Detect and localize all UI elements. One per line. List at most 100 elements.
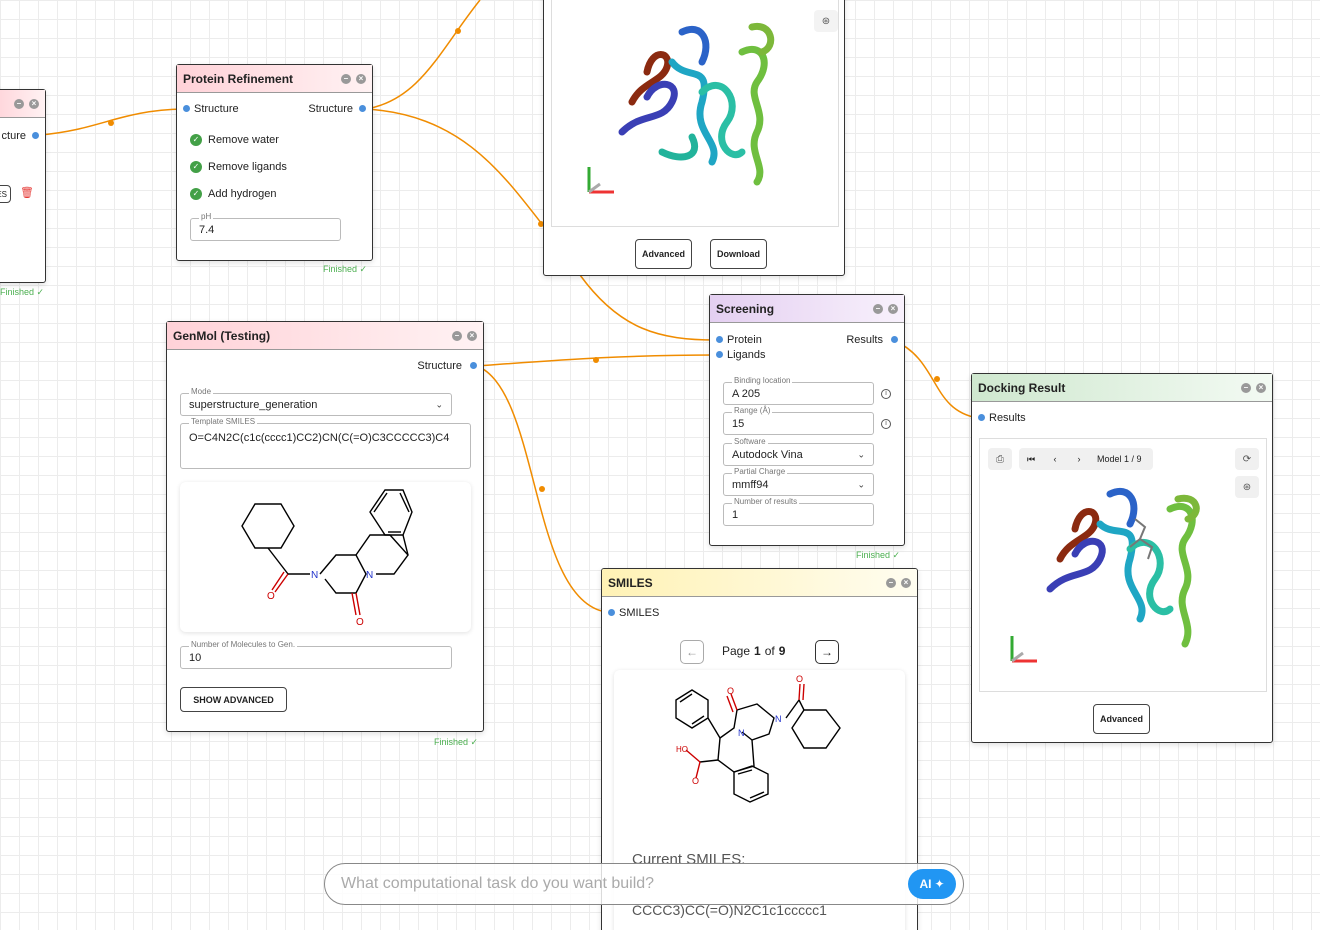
- partial-charge-value: mmff94: [732, 478, 769, 491]
- partial-charge-select[interactable]: Partial Charge mmff94 ⌄: [723, 467, 874, 496]
- docking-result-node[interactable]: Docking Result – × Results ⎙ ⏮ ‹ › Model …: [971, 373, 1273, 743]
- check-item[interactable]: ✓ Remove water: [190, 126, 360, 153]
- input-port-group: Structure: [183, 103, 239, 115]
- output-port[interactable]: [359, 105, 366, 112]
- mode-select[interactable]: Mode superstructure_generation ⌄: [180, 387, 452, 416]
- svg-text:N: N: [775, 714, 782, 724]
- prev-page-button[interactable]: ←: [680, 640, 704, 664]
- svg-text:N: N: [311, 570, 318, 581]
- ai-submit-button[interactable]: AI ✦: [908, 869, 956, 899]
- protein-3d-viewer[interactable]: ⊛: [551, 0, 839, 227]
- partial-node[interactable]: –× cture ES 🗑: [0, 89, 46, 283]
- viewer-download-button[interactable]: Download: [710, 239, 767, 269]
- range-field[interactable]: Range (Å) 15: [723, 406, 874, 435]
- edge-midpoint: [934, 376, 940, 382]
- close-icon[interactable]: ×: [1256, 382, 1266, 393]
- partial-status: Finished ✓: [0, 287, 45, 297]
- structure-viewer-node[interactable]: ⊛ Advanced Download: [543, 0, 845, 276]
- num-results-field[interactable]: Number of results 1: [723, 497, 874, 526]
- smiles-header[interactable]: SMILES – ×: [602, 569, 917, 597]
- output-port[interactable]: [32, 132, 39, 139]
- protein-refinement-node[interactable]: Protein Refinement – × Structure Structur…: [176, 64, 373, 261]
- check-item[interactable]: ✓ Remove ligands: [190, 153, 360, 180]
- screening-node[interactable]: Screening – × Protein Results Ligands Bin…: [709, 294, 905, 546]
- svg-text:O: O: [356, 617, 364, 628]
- minimize-icon[interactable]: –: [452, 330, 462, 341]
- minimize-icon[interactable]: –: [1241, 382, 1251, 393]
- docking-advanced-button[interactable]: Advanced: [1093, 704, 1150, 734]
- close-icon[interactable]: ×: [888, 303, 898, 314]
- docked-complex-image: [1010, 487, 1200, 663]
- minimize-icon[interactable]: –: [873, 303, 883, 314]
- minimize-icon[interactable]: –: [14, 98, 24, 109]
- page-of: of: [764, 644, 775, 658]
- minimize-icon[interactable]: –: [886, 577, 896, 588]
- svg-text:N: N: [366, 570, 373, 581]
- edge-genmol-to-screening: [476, 354, 717, 367]
- output-port-label: Structure: [308, 102, 353, 115]
- input-port[interactable]: [716, 351, 723, 358]
- ai-button-label: AI: [919, 877, 932, 891]
- minimize-icon[interactable]: –: [341, 73, 351, 84]
- node-title: Protein Refinement: [183, 71, 294, 86]
- genmol-node[interactable]: GenMol (Testing) – × Structure Mode super…: [166, 321, 484, 732]
- field-label: Software: [732, 437, 768, 447]
- num-results-value: 1: [732, 508, 739, 521]
- edge-midpoint: [108, 120, 114, 126]
- partial-badge-text: ES: [0, 189, 7, 199]
- button-label: Advanced: [641, 249, 685, 259]
- close-icon[interactable]: ×: [467, 330, 477, 341]
- ai-prompt-input[interactable]: [341, 875, 901, 893]
- close-icon[interactable]: ×: [29, 98, 39, 109]
- close-icon[interactable]: ×: [901, 577, 911, 588]
- input-port-group: Protein: [716, 334, 762, 346]
- output-port[interactable]: [891, 336, 898, 343]
- arrow-right-icon: →: [821, 645, 833, 659]
- input-port[interactable]: [716, 336, 723, 343]
- port-row: Ligands: [710, 347, 904, 362]
- field-label: Template SMILES: [189, 417, 258, 427]
- template-smiles-field[interactable]: Template SMILES O=C4N2C(c1c(cccc1)CC2)CN…: [180, 417, 471, 469]
- docking-result-header[interactable]: Docking Result – ×: [972, 374, 1272, 402]
- ph-value: 7.4: [199, 223, 215, 236]
- docking-3d-viewer[interactable]: ⎙ ⏮ ‹ › Model 1 / 9 ⟳ ⊛: [979, 438, 1267, 692]
- port-row: Results: [972, 410, 1272, 425]
- page-total: 9: [778, 644, 786, 658]
- output-port[interactable]: [470, 362, 477, 369]
- trash-icon[interactable]: 🗑: [20, 186, 34, 199]
- num-molecules-field[interactable]: Number of Molecules to Gen. 10: [180, 640, 452, 669]
- check-item[interactable]: ✓ Add hydrogen: [190, 180, 360, 207]
- info-icon[interactable]: i: [881, 419, 891, 429]
- partial-node-header[interactable]: – ×: [0, 90, 45, 118]
- partial-badge[interactable]: ES: [0, 185, 11, 203]
- input-port[interactable]: [608, 609, 615, 616]
- output-port-group: Results: [846, 334, 898, 346]
- show-advanced-button[interactable]: SHOW ADVANCED: [180, 687, 287, 712]
- svg-text:O: O: [727, 686, 734, 696]
- software-select[interactable]: Software Autodock Vina ⌄: [723, 437, 874, 466]
- genmol-header[interactable]: GenMol (Testing) – ×: [167, 322, 483, 350]
- output-port-label: Structure: [417, 359, 462, 372]
- ph-field[interactable]: pH 7.4: [190, 212, 341, 241]
- button-label: Advanced: [1099, 714, 1143, 724]
- mode-value: superstructure_generation: [189, 398, 318, 411]
- field-label: Range (Å): [732, 406, 773, 416]
- input-port[interactable]: [978, 414, 985, 421]
- molecule-structure-image: N N O O HO O: [675, 674, 841, 803]
- input-port-group: Ligands: [716, 349, 766, 361]
- edge-refinement-to-viewer-top: [365, 0, 481, 110]
- viewer-advanced-button[interactable]: Advanced: [635, 239, 692, 269]
- binding-location-value: A 205: [732, 387, 761, 400]
- protein-refinement-header[interactable]: Protein Refinement – ×: [177, 65, 372, 93]
- edge-partial-to-refinement: [39, 108, 185, 136]
- check-icon: ✓: [190, 160, 202, 173]
- input-port[interactable]: [183, 105, 190, 112]
- next-page-button[interactable]: →: [815, 640, 839, 664]
- svg-text:O: O: [796, 674, 803, 684]
- edge-screening-to-docking: [892, 339, 979, 419]
- info-icon[interactable]: i: [881, 389, 891, 399]
- binding-location-field[interactable]: Binding location A 205: [723, 376, 874, 405]
- close-icon[interactable]: ×: [356, 73, 366, 84]
- field-label: Mode: [189, 387, 214, 397]
- screening-header[interactable]: Screening – ×: [710, 295, 904, 323]
